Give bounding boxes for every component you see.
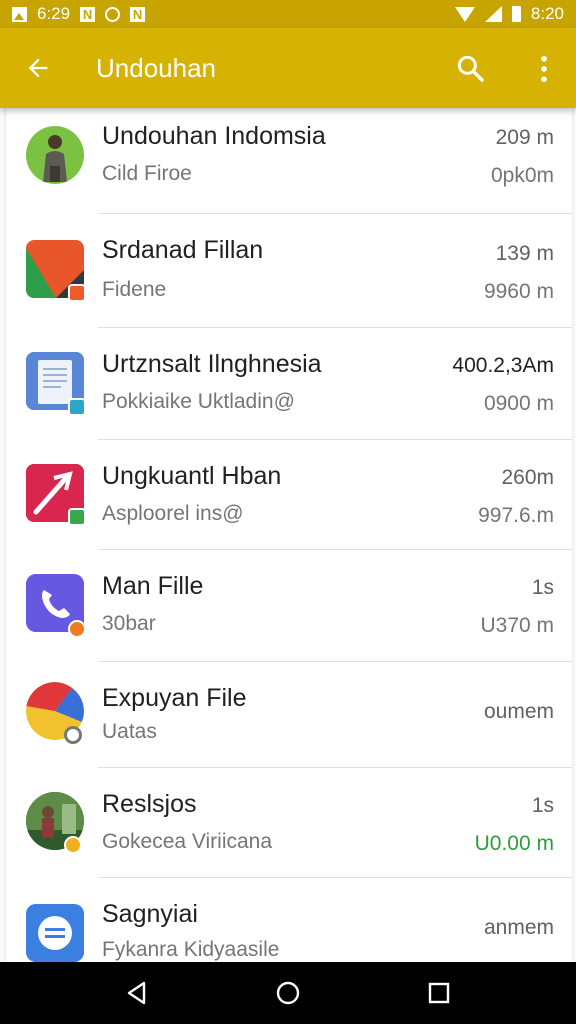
item-subtitle: Gokecea Viriicana bbox=[102, 830, 273, 853]
item-title: Reslsjos bbox=[102, 790, 197, 818]
nav-recents-icon[interactable] bbox=[428, 982, 450, 1009]
item-size: 400.2,3Am bbox=[452, 354, 554, 377]
status-time-left: 6:29 bbox=[37, 4, 71, 23]
item-subtitle: Asploorel ins@ bbox=[102, 502, 244, 525]
item-title: Sagnyiai bbox=[102, 900, 198, 928]
badge-icon bbox=[68, 508, 86, 526]
status-bar: 6:29 N N 8:20 bbox=[0, 0, 576, 28]
item-title: Undouhan Indomsia bbox=[102, 122, 326, 150]
n-icon: N bbox=[80, 6, 96, 22]
battery-icon bbox=[511, 6, 521, 22]
list-item[interactable]: Ungkuantl Hban Asploorel ins@ 260m 997.6… bbox=[6, 440, 572, 550]
list-item[interactable]: Sagnyiai Fykanra Kidyaasile anmem bbox=[6, 878, 572, 962]
page-title: Undouhan bbox=[96, 53, 216, 83]
badge-icon bbox=[68, 284, 86, 302]
item-subtitle: Fidene bbox=[102, 278, 167, 301]
item-title: Man Fille bbox=[102, 572, 204, 600]
item-title: Ungkuantl Hban bbox=[102, 462, 282, 490]
item-subtitle: Uatas bbox=[102, 720, 157, 743]
item-size: 1s bbox=[531, 794, 554, 817]
download-list: Undouhan Indomsia Cild Firoe 209 m 0pk0m… bbox=[6, 108, 572, 962]
wifi-icon bbox=[454, 6, 475, 22]
item-subtitle: 30bar bbox=[102, 612, 156, 635]
sync-icon bbox=[105, 6, 121, 22]
person-photo-icon bbox=[26, 126, 84, 184]
item-title: Expuyan File bbox=[102, 684, 247, 712]
item-detail: U370 m bbox=[480, 614, 554, 637]
back-arrow-icon[interactable] bbox=[22, 52, 54, 84]
navigation-bar bbox=[0, 962, 576, 1024]
n-icon: N bbox=[130, 6, 146, 22]
more-vert-icon[interactable] bbox=[530, 52, 558, 86]
badge-icon bbox=[68, 620, 86, 638]
item-detail: 0900 m bbox=[483, 392, 554, 415]
nav-back-icon[interactable] bbox=[124, 980, 150, 1011]
item-detail: 997.6.m bbox=[478, 504, 554, 527]
list-item[interactable]: Reslsjos Gokecea Viriicana 1s U0.00 m bbox=[6, 768, 572, 878]
item-detail: 9960 m bbox=[483, 280, 554, 303]
item-subtitle: Fykanra Kidyaasile bbox=[102, 938, 280, 961]
item-subtitle: Cild Firoe bbox=[102, 162, 192, 185]
item-size: oumem bbox=[483, 700, 554, 723]
app-bar: Undouhan bbox=[0, 28, 576, 108]
signal-icon bbox=[484, 6, 502, 22]
item-size: anmem bbox=[483, 916, 554, 939]
list-item[interactable]: Expuyan File Uatas oumem bbox=[6, 662, 572, 768]
list-item[interactable]: Undouhan Indomsia Cild Firoe 209 m 0pk0m bbox=[6, 108, 572, 214]
item-size: 209 m bbox=[495, 126, 554, 149]
item-subtitle: Pokkiaike Uktladin@ bbox=[102, 390, 295, 413]
item-size: 139 m bbox=[495, 242, 554, 265]
list-item[interactable]: Man Fille 30bar 1s U370 m bbox=[6, 550, 572, 662]
badge-icon bbox=[64, 836, 82, 854]
screen: 6:29 N N 8:20 Undouhan Undouhan Indomsia… bbox=[0, 0, 576, 1024]
search-icon[interactable] bbox=[454, 52, 488, 86]
item-size: 1s bbox=[531, 576, 554, 599]
item-detail: 0pk0m bbox=[490, 164, 554, 187]
list-item[interactable]: Urtznsalt Ilnghnesia Pokkiaike Uktladin@… bbox=[6, 328, 572, 440]
list-item[interactable]: Srdanad Fillan Fidene 139 m 9960 m bbox=[6, 214, 572, 328]
nav-home-icon[interactable] bbox=[275, 980, 301, 1011]
badge-icon bbox=[68, 398, 86, 416]
badge-icon bbox=[64, 726, 82, 744]
photo-icon bbox=[12, 6, 27, 22]
status-left: 6:29 N N bbox=[12, 4, 146, 24]
item-title: Urtznsalt Ilnghnesia bbox=[102, 350, 322, 378]
status-time-right: 8:20 bbox=[530, 4, 564, 23]
item-detail: U0.00 m bbox=[474, 832, 554, 855]
status-right: 8:20 bbox=[454, 4, 564, 24]
item-size: 260m bbox=[501, 466, 554, 489]
item-title: Srdanad Fillan bbox=[102, 236, 264, 264]
message-icon bbox=[26, 904, 84, 962]
